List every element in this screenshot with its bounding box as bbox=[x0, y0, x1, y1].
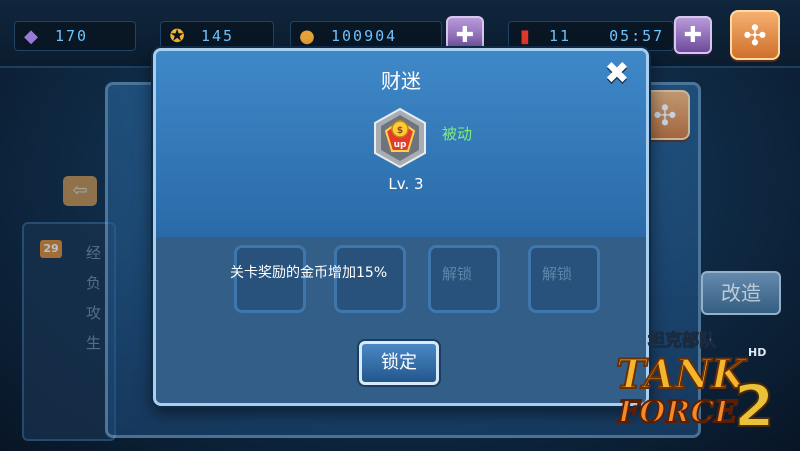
skill-type-label: 被动 bbox=[442, 125, 473, 143]
logo-number: 2 bbox=[734, 372, 774, 440]
add-fuel-button[interactable]: ✚ bbox=[674, 16, 712, 54]
medal-icon: ✪ bbox=[169, 25, 185, 47]
svg-text:$: $ bbox=[397, 126, 403, 136]
stat-label: 攻 bbox=[86, 304, 102, 322]
logo-line1: TANK bbox=[616, 351, 748, 398]
fuel-counter: ▮ 11 05:57 bbox=[508, 21, 674, 51]
coin-counter: ● 100904 bbox=[290, 21, 442, 51]
fuel-value: 11 bbox=[549, 27, 572, 45]
settings-gear-icon[interactable]: ✣ bbox=[730, 10, 780, 60]
unlock-label: 解锁 bbox=[442, 265, 473, 283]
gem-value: 170 bbox=[55, 27, 89, 45]
logo-cn-title: 坦克部队 bbox=[648, 330, 717, 351]
level-badge: 29 bbox=[40, 240, 62, 258]
fuel-timer: 05:57 bbox=[609, 27, 665, 45]
medal-counter: ✪ 145 bbox=[160, 21, 274, 51]
stat-label: 负 bbox=[86, 274, 102, 292]
back-arrow-icon[interactable]: ⇦ bbox=[63, 176, 97, 206]
tank-force-2-logo: 坦克部队 HD TANK FORCE 2 bbox=[615, 330, 775, 442]
coin-icon: ● bbox=[299, 25, 315, 47]
fuel-can-icon: ▮ bbox=[520, 25, 530, 47]
stat-label: 生 bbox=[86, 334, 102, 352]
logo-hd: HD bbox=[748, 346, 766, 359]
skill-detail-modal: 解锁 解锁 财迷 ✖ $ up 被动 Lv. 3 关卡奖励的金币增加15% 锁定 bbox=[153, 48, 649, 406]
logo-line2: FORCE bbox=[617, 395, 738, 430]
coin-up-skill-icon: $ up bbox=[374, 107, 426, 169]
gem-icon: ◆ bbox=[24, 25, 38, 47]
modify-button[interactable]: 改造 bbox=[701, 271, 781, 315]
skill-description: 关卡奖励的金币增加15% bbox=[230, 265, 388, 281]
svg-text:up: up bbox=[394, 140, 407, 150]
medal-value: 145 bbox=[201, 27, 235, 45]
stat-label: 经 bbox=[86, 244, 102, 262]
skill-level: Lv. 3 bbox=[388, 175, 424, 193]
modal-title: 财迷 bbox=[381, 69, 421, 93]
close-icon[interactable]: ✖ bbox=[602, 59, 632, 89]
coin-value: 100904 bbox=[331, 27, 398, 45]
lock-button[interactable]: 锁定 bbox=[359, 341, 439, 385]
gem-counter: ◆ 170 bbox=[14, 21, 136, 51]
tank-stats-panel bbox=[22, 222, 116, 441]
unlock-label: 解锁 bbox=[542, 265, 573, 283]
